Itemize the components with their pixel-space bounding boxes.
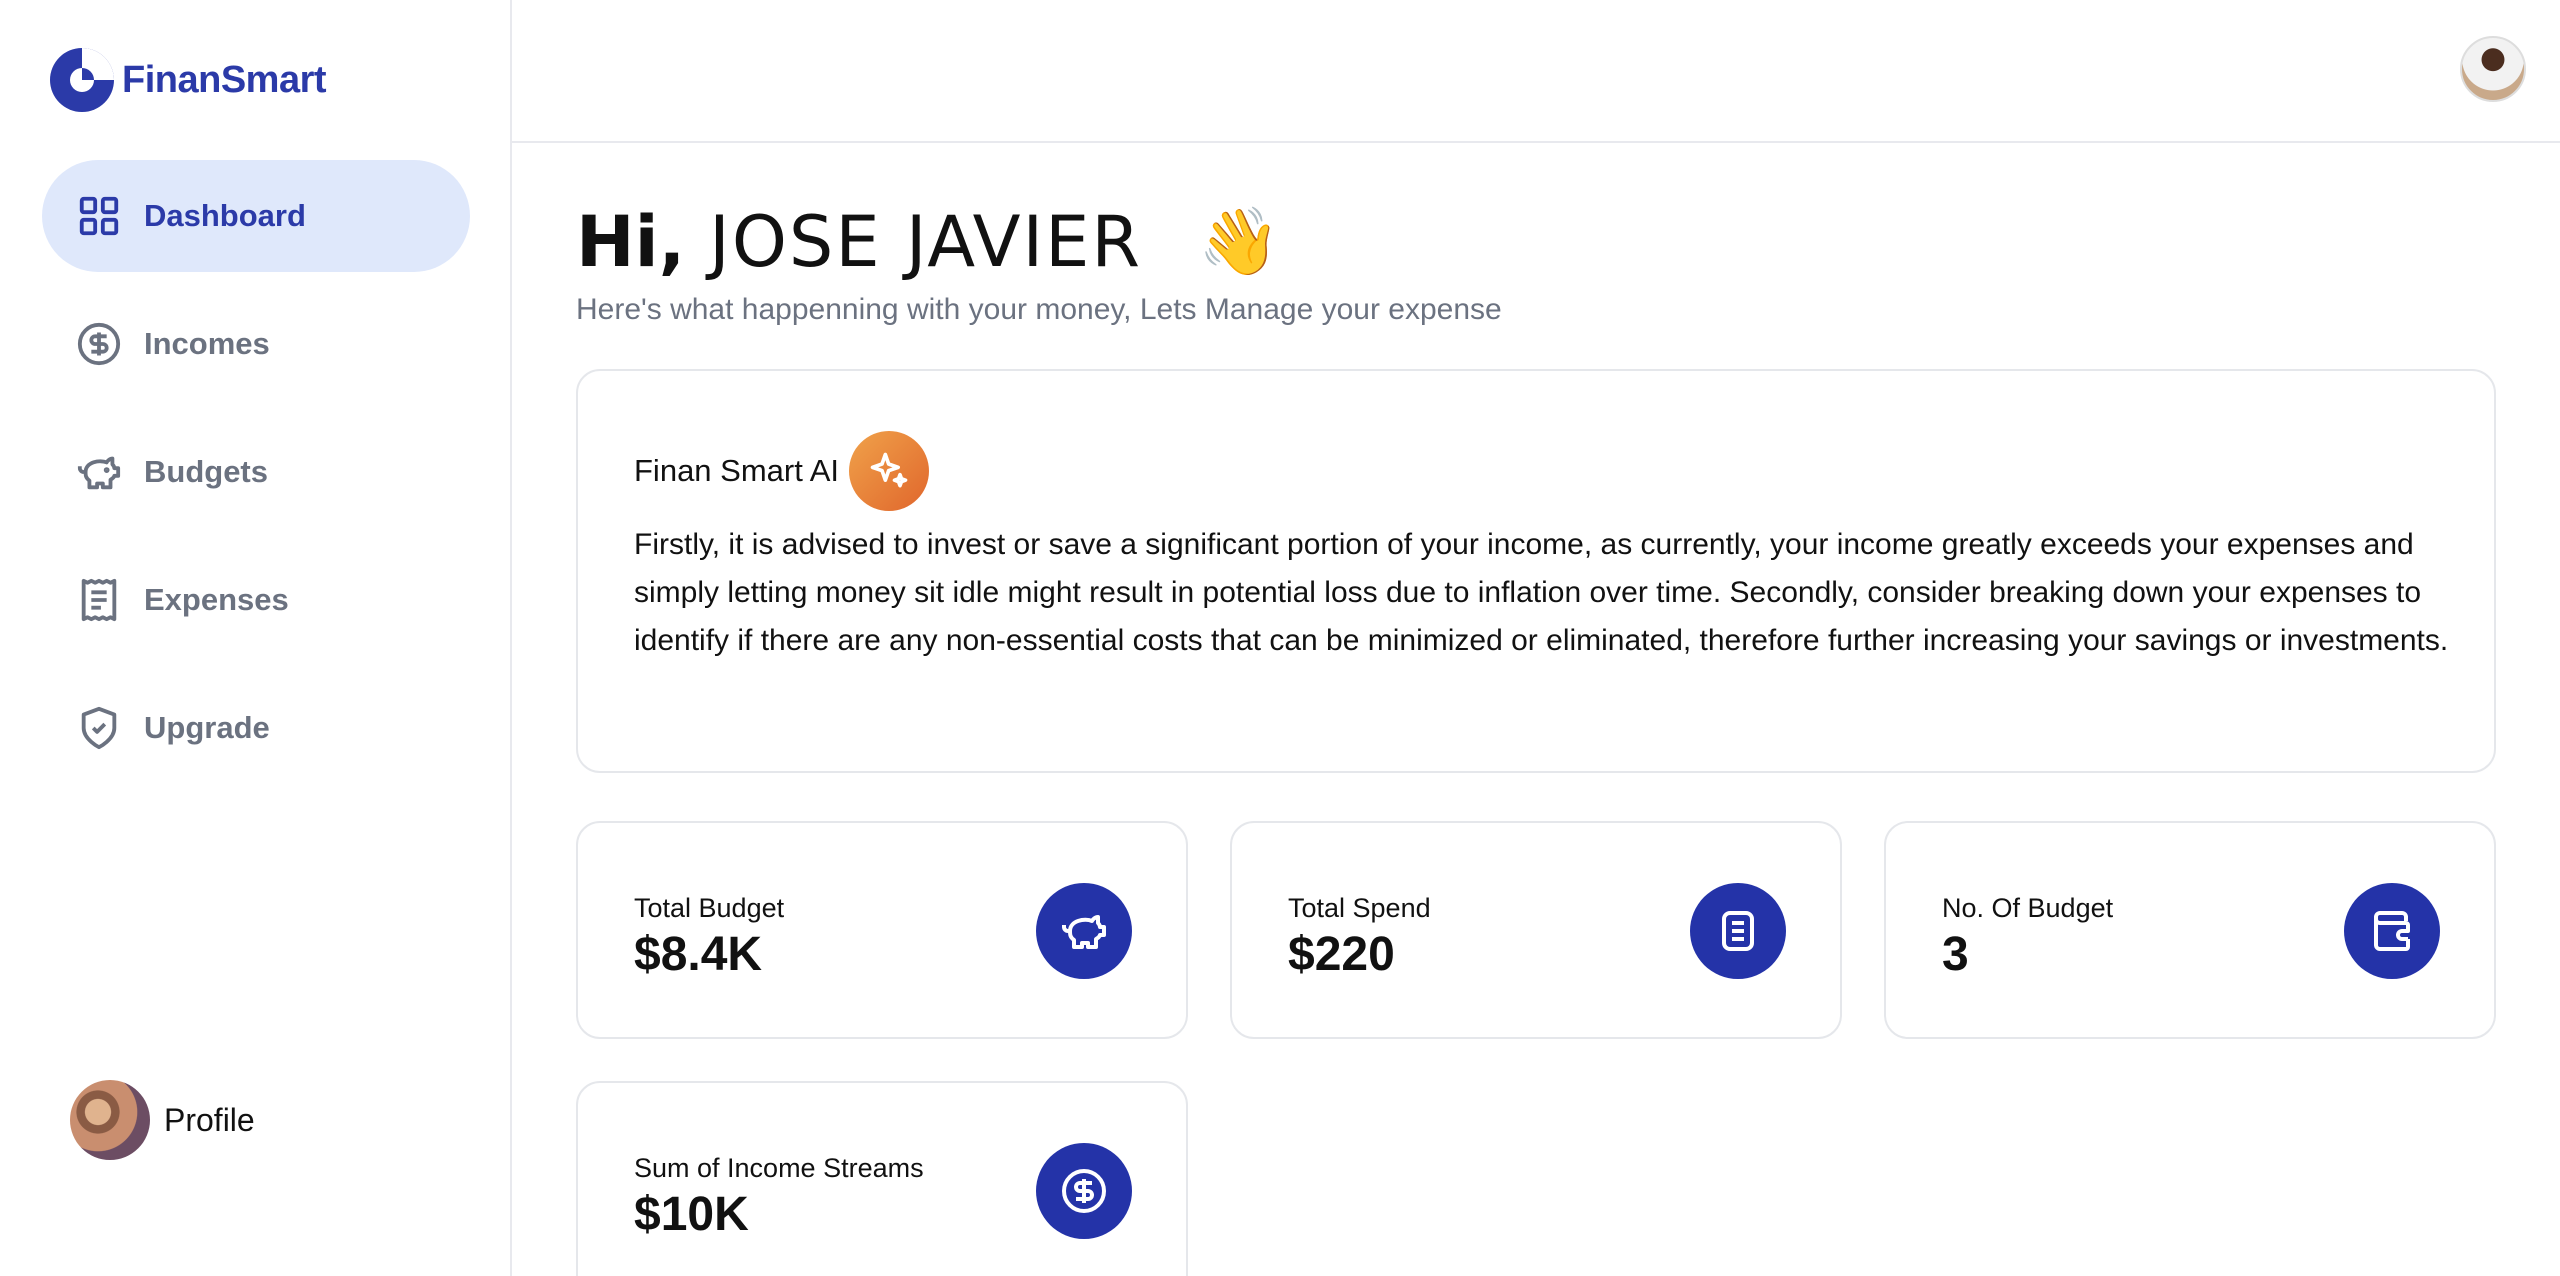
wallet-icon: [2344, 883, 2440, 979]
stat-label: No. Of Budget: [1942, 893, 2114, 923]
stat-label: Sum of Income Streams: [634, 1153, 924, 1183]
piggy-bank-icon: [77, 456, 121, 490]
ai-card-header: Finan Smart AI: [634, 431, 930, 511]
dashboard-grid-icon: [79, 196, 119, 236]
topbar: [512, 0, 2560, 143]
sidebar-nav: Dashboard Incomes Budgets Expenses Upgra…: [42, 160, 470, 800]
stat-value: $10K: [634, 1188, 749, 1241]
page-subtitle: Here's what happenning with your money, …: [576, 293, 1502, 326]
stat-card-income-streams: Sum of Income Streams $10K: [576, 1081, 1188, 1276]
receipt-icon: [1690, 883, 1786, 979]
dollar-circle-icon: [77, 322, 121, 366]
avatar: [70, 1080, 150, 1160]
user-avatar[interactable]: [2460, 36, 2526, 102]
profile-label: Profile: [164, 1101, 255, 1138]
ai-advice-text: Firstly, it is advised to invest or save…: [634, 528, 2449, 657]
sidebar-item-label: Incomes: [144, 326, 270, 361]
sidebar: FinanSmart Dashboard Incomes Budgets Exp…: [0, 0, 512, 1276]
sidebar-item-label: Upgrade: [144, 710, 270, 745]
sidebar-item-label: Budgets: [144, 454, 268, 489]
profile-link[interactable]: Profile: [70, 1080, 255, 1160]
stat-card-no-of-budget: No. Of Budget 3: [1884, 821, 2496, 1039]
app-logo[interactable]: FinanSmart: [48, 46, 327, 114]
dollar-circle-icon: [1036, 1143, 1132, 1239]
app-name: FinanSmart: [122, 58, 327, 101]
stat-card-total-budget: Total Budget $8.4K: [576, 821, 1188, 1039]
ai-advice-card: Finan Smart AI Firstly, it is advised to…: [576, 369, 2496, 773]
receipt-icon: [81, 578, 117, 622]
sparkles-icon: [849, 431, 930, 511]
sidebar-item-expenses[interactable]: Expenses: [42, 544, 470, 656]
sidebar-item-incomes[interactable]: Incomes: [42, 288, 470, 400]
stat-value: $220: [1288, 928, 1395, 981]
stat-value: $8.4K: [634, 928, 763, 981]
sidebar-item-label: Dashboard: [144, 198, 306, 233]
greeting-hi: Hi,: [576, 201, 686, 283]
stat-label: Total Spend: [1288, 893, 1431, 923]
waving-hand-icon: 👋: [1198, 204, 1281, 278]
shield-check-icon: [81, 706, 117, 750]
sidebar-item-label: Expenses: [144, 582, 289, 617]
user-name: JOSE JAVIER: [709, 201, 1143, 283]
stat-label: Total Budget: [634, 893, 785, 923]
sidebar-item-dashboard[interactable]: Dashboard: [42, 160, 470, 272]
greeting: Hi, JOSE JAVIER 👋: [576, 201, 1280, 283]
piggy-bank-icon: [1036, 883, 1132, 979]
stat-card-total-spend: Total Spend $220: [1230, 821, 1842, 1039]
sidebar-item-upgrade[interactable]: Upgrade: [42, 672, 470, 784]
ai-card-title: Finan Smart AI: [634, 453, 840, 488]
stat-value: 3: [1942, 928, 1969, 981]
logo-icon: [50, 48, 114, 112]
sidebar-item-budgets[interactable]: Budgets: [42, 416, 470, 528]
